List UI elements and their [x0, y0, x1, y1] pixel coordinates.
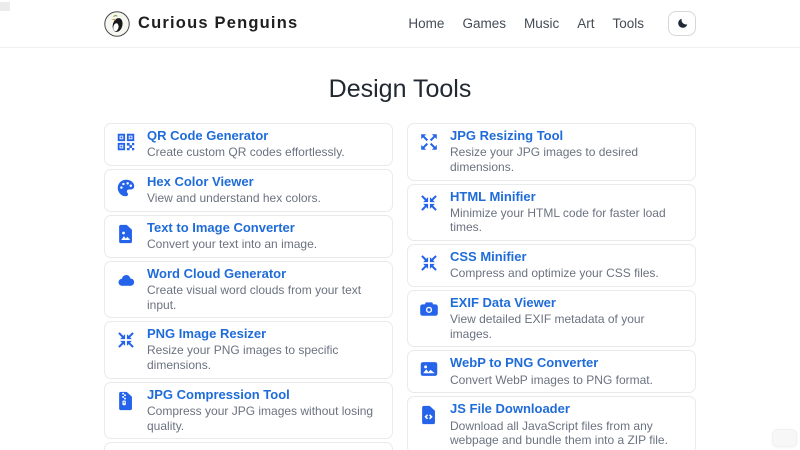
tool-card[interactable]: PNG Image Resizer Resize your PNG images … — [104, 321, 393, 379]
tool-title: HTML Minifier — [450, 188, 536, 204]
site-header: Curious Penguins Home Games Music Art Tools — [0, 0, 800, 48]
file-code-icon — [418, 404, 440, 426]
file-zipper-icon — [115, 390, 137, 412]
tool-card[interactable]: CSS Button GeneratorCreate customizable … — [104, 442, 393, 450]
main-content: Design Tools QR Code Generator Create cus… — [0, 75, 800, 450]
tool-card[interactable]: Hex Color Viewer View and understand hex … — [104, 168, 393, 212]
nav-link-music[interactable]: Music — [524, 16, 559, 31]
tool-title: JPG Compression Tool — [147, 386, 290, 402]
tool-description: Create visual word clouds from your text… — [147, 282, 362, 312]
tool-title: PNG Image Resizer — [147, 326, 267, 342]
tool-card[interactable]: CSS Minifier Compress and optimize your C… — [407, 244, 696, 287]
brand-name: Curious Penguins — [138, 14, 299, 32]
tool-card[interactable]: EXIF Data Viewer View detailed EXIF metad… — [407, 289, 696, 348]
tool-description: Compress and optimize your CSS files. — [450, 266, 659, 281]
theme-toggle-button[interactable] — [668, 11, 696, 36]
camera-icon — [418, 298, 440, 320]
tool-title: Word Cloud Generator — [147, 265, 287, 281]
compress-icon — [418, 252, 440, 274]
tool-title: QR Code Generator — [147, 128, 269, 143]
tool-title: CSS Minifier — [450, 249, 527, 264]
tool-description: Download all JavaScript files from any w… — [450, 418, 668, 448]
tool-title: WebP to PNG Converter — [450, 355, 599, 371]
tool-description: View and understand hex colors. — [147, 191, 321, 206]
file-image-icon — [115, 223, 137, 245]
nav-link-games[interactable]: Games — [462, 16, 506, 31]
tool-card[interactable]: Text to Image Converter Convert your text… — [104, 214, 393, 258]
floating-action-button[interactable] — [772, 429, 797, 447]
tool-card[interactable]: QR Code Generator Create custom QR codes … — [104, 123, 393, 166]
tool-title: EXIF Data Viewer — [450, 294, 556, 310]
compress-icon — [418, 192, 440, 214]
tool-description: View detailed EXIF metadata of your imag… — [450, 312, 645, 341]
main-nav-links: Home Games Music Art Tools — [408, 16, 644, 31]
tool-description: Convert WebP images to PNG format. — [450, 372, 653, 387]
corner-artifact — [0, 2, 10, 11]
tool-description: Create custom QR codes effortlessly. — [147, 145, 345, 160]
tools-column-left: QR Code Generator Create custom QR codes … — [104, 123, 393, 450]
tool-title: JPG Resizing Tool — [450, 128, 564, 143]
tool-card[interactable]: Word Cloud Generator Create visual word c… — [104, 260, 393, 319]
tool-title: Hex Color Viewer — [147, 173, 254, 189]
nav-link-home[interactable]: Home — [408, 16, 444, 31]
nav-link-art[interactable]: Art — [577, 16, 594, 31]
tool-card[interactable]: HTML Minifier Minimize your HTML code for… — [407, 183, 696, 241]
tool-card[interactable]: JPG Compression Tool Compress your JPG im… — [104, 381, 393, 440]
main-nav: Home Games Music Art Tools — [408, 11, 696, 36]
tool-title: JS File Downloader — [450, 401, 570, 417]
tool-title: Text to Image Converter — [147, 219, 295, 235]
compress-icon — [115, 329, 137, 351]
tool-card[interactable]: WebP to PNG Converter Convert WebP images… — [407, 350, 696, 394]
tool-card[interactable]: JS File Downloader Download all JavaScrip… — [407, 396, 696, 450]
penguin-logo-icon — [104, 10, 130, 37]
tool-description: Resize your JPG images to desired dimens… — [450, 145, 639, 174]
nav-link-tools[interactable]: Tools — [612, 16, 644, 31]
tool-card[interactable]: JPG Resizing Tool Resize your JPG images … — [407, 123, 696, 181]
tool-description: Convert your text into an image. — [147, 237, 318, 251]
tools-grid: QR Code Generator Create custom QR codes … — [104, 123, 696, 450]
expand-icon — [418, 131, 440, 153]
qrcode-icon — [115, 131, 137, 153]
palette-icon — [115, 177, 137, 199]
tool-description: Compress your JPG images without losing … — [147, 403, 374, 433]
brand-home-link[interactable]: Curious Penguins — [104, 10, 299, 37]
page-title: Design Tools — [328, 75, 472, 103]
tools-column-right: JPG Resizing Tool Resize your JPG images … — [407, 123, 696, 450]
moon-icon — [676, 17, 689, 30]
cloud-icon — [115, 269, 137, 291]
tool-description: Minimize your HTML code for faster load … — [450, 205, 666, 235]
image-icon — [418, 358, 440, 380]
tool-description: Resize your PNG images to specific dimen… — [147, 343, 339, 372]
